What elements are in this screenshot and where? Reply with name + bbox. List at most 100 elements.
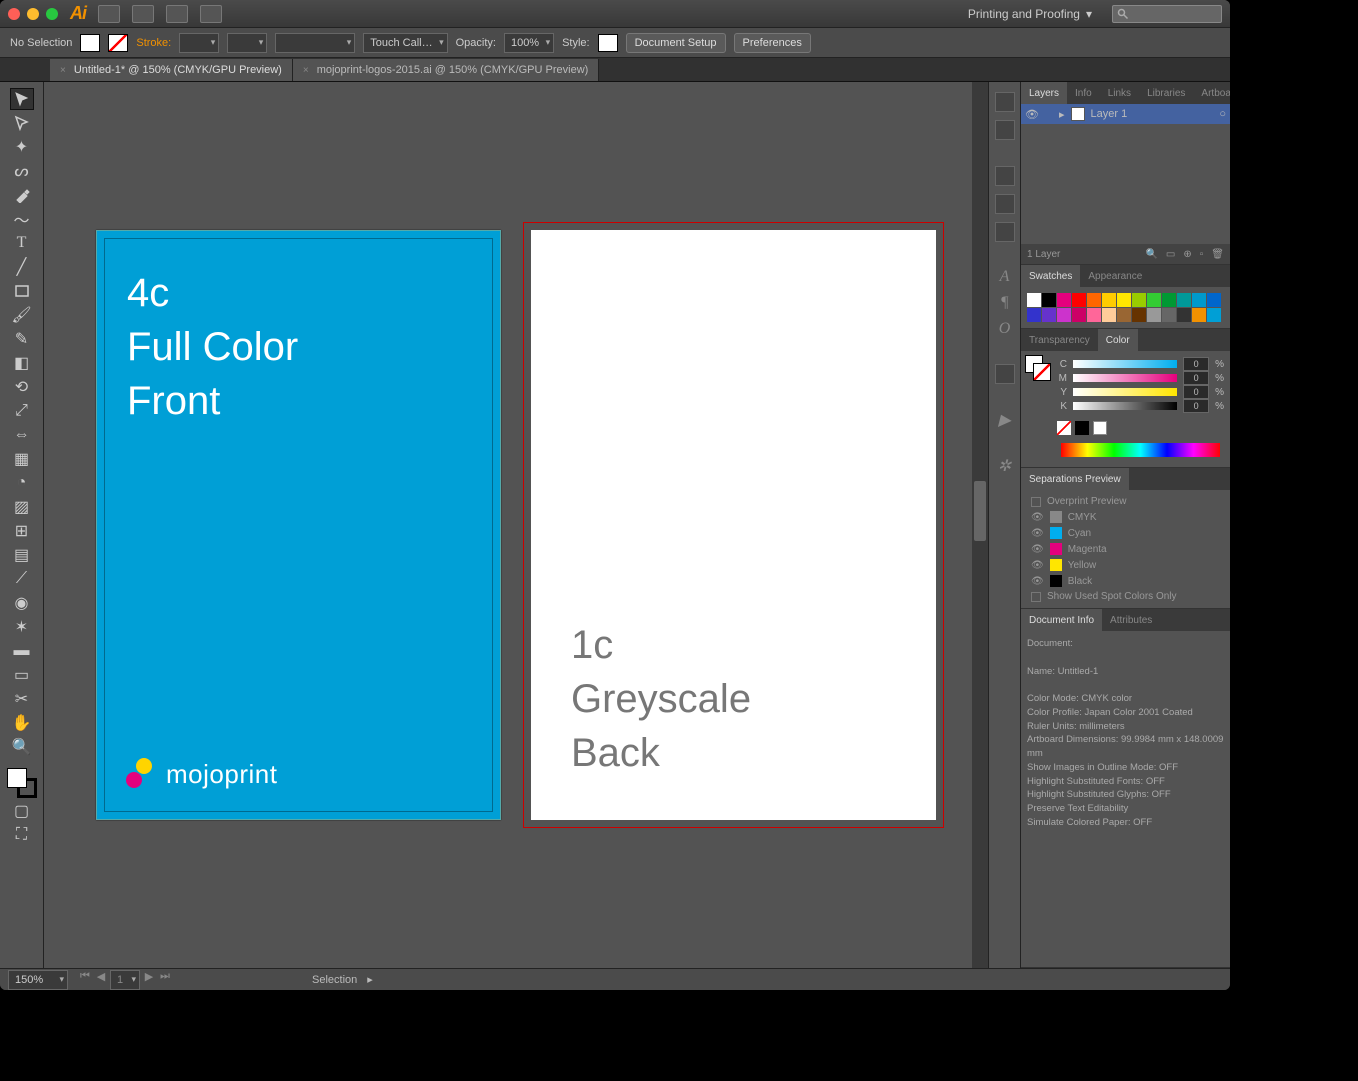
- blend-tool[interactable]: ◉: [10, 592, 34, 614]
- panel-icon[interactable]: [995, 364, 1015, 384]
- pencil-tool[interactable]: ✎: [10, 328, 34, 350]
- swatch[interactable]: [1132, 308, 1146, 322]
- tab-artboards[interactable]: Artboards: [1193, 82, 1230, 104]
- draw-mode-icon[interactable]: ▢: [10, 800, 34, 822]
- canvas[interactable]: 4c Full Color Front mojoprint: [44, 82, 988, 968]
- trash-icon[interactable]: 🗑: [1211, 249, 1224, 260]
- artboard-back[interactable]: 1c Greyscale Back: [531, 230, 936, 820]
- visibility-icon[interactable]: 👁: [1031, 512, 1044, 523]
- swatch[interactable]: [1207, 308, 1221, 322]
- close-window-icon[interactable]: [8, 8, 20, 20]
- tab-documentinfo[interactable]: Document Info: [1021, 609, 1102, 631]
- tab-layers[interactable]: Layers: [1021, 82, 1067, 104]
- tab-swatches[interactable]: Swatches: [1021, 265, 1080, 287]
- status-chevron-icon[interactable]: ▸: [367, 973, 373, 986]
- slider-track[interactable]: [1073, 388, 1177, 396]
- document-tab[interactable]: × mojoprint-logos-2015.ai @ 150% (CMYK/G…: [293, 59, 599, 81]
- last-artboard-icon[interactable]: ⏭: [158, 970, 172, 990]
- perspective-grid-tool[interactable]: ▨: [10, 496, 34, 518]
- swatch[interactable]: [1192, 308, 1206, 322]
- visibility-icon[interactable]: 👁: [1031, 576, 1044, 587]
- tab-appearance[interactable]: Appearance: [1080, 265, 1150, 287]
- var-width-profile[interactable]: [227, 33, 267, 53]
- make-clip-icon[interactable]: ▭: [1166, 249, 1175, 260]
- tab-info[interactable]: Info: [1067, 82, 1100, 104]
- slider-value[interactable]: 0: [1183, 399, 1209, 413]
- scale-tool[interactable]: ⤢: [10, 400, 34, 422]
- screen-mode-icon[interactable]: ⛶: [10, 824, 34, 846]
- rectangle-tool[interactable]: [10, 280, 34, 302]
- spectrum-picker[interactable]: [1061, 443, 1220, 457]
- swatch[interactable]: [1042, 293, 1056, 307]
- tab-libraries[interactable]: Libraries: [1139, 82, 1193, 104]
- close-tab-icon[interactable]: ×: [60, 65, 66, 76]
- color-slider-c[interactable]: C0%: [1057, 357, 1224, 371]
- swatch[interactable]: [1102, 293, 1116, 307]
- zoom-level[interactable]: 150%: [8, 970, 68, 990]
- artboard-tool[interactable]: ▭: [10, 664, 34, 686]
- first-artboard-icon[interactable]: ⏮: [78, 970, 92, 990]
- paragraph-panel-icon[interactable]: ¶: [1000, 294, 1008, 312]
- fill-swatch[interactable]: [80, 34, 100, 52]
- width-tool[interactable]: ⇔: [10, 424, 34, 446]
- layer-row[interactable]: 👁 ▸ Layer 1 ○: [1021, 104, 1230, 124]
- panel-icon[interactable]: [995, 92, 1015, 112]
- type-tool[interactable]: T: [10, 232, 34, 254]
- swatch[interactable]: [1072, 308, 1086, 322]
- visibility-icon[interactable]: 👁: [1031, 560, 1044, 571]
- shape-builder-tool[interactable]: ◔: [10, 472, 34, 494]
- tab-color[interactable]: Color: [1098, 329, 1138, 351]
- slider-track[interactable]: [1073, 402, 1177, 410]
- color-slider-y[interactable]: Y0%: [1057, 385, 1224, 399]
- rotate-tool[interactable]: ⟲: [10, 376, 34, 398]
- stroke-swatch[interactable]: [108, 34, 128, 52]
- character-panel-icon[interactable]: A: [1000, 268, 1010, 286]
- panel-icon[interactable]: ✲: [998, 456, 1011, 476]
- close-tab-icon[interactable]: ×: [303, 65, 309, 76]
- magic-wand-tool[interactable]: ✦: [10, 136, 34, 158]
- separation-row[interactable]: 👁CMYK: [1025, 509, 1226, 525]
- locate-icon[interactable]: 🔍: [1145, 249, 1157, 260]
- panel-icon[interactable]: [995, 194, 1015, 214]
- swatch[interactable]: [1132, 293, 1146, 307]
- swatch[interactable]: [1177, 293, 1191, 307]
- new-sublayer-icon[interactable]: ⊕: [1183, 249, 1191, 260]
- mesh-tool[interactable]: ⊞: [10, 520, 34, 542]
- stock-icon[interactable]: [132, 5, 154, 23]
- spot-colors-checkbox[interactable]: Show Used Spot Colors Only: [1025, 589, 1226, 604]
- visibility-icon[interactable]: 👁: [1025, 108, 1037, 121]
- eyedropper-tool[interactable]: ⟋: [10, 568, 34, 590]
- column-graph-tool[interactable]: ▬: [10, 640, 34, 662]
- symbol-sprayer-tool[interactable]: ✶: [10, 616, 34, 638]
- next-artboard-icon[interactable]: ▶: [142, 970, 156, 990]
- search-input[interactable]: [1112, 5, 1222, 23]
- opacity-input[interactable]: 100%: [504, 33, 554, 53]
- swatch[interactable]: [1162, 293, 1176, 307]
- swatch[interactable]: [1027, 308, 1041, 322]
- opentype-panel-icon[interactable]: O: [999, 320, 1011, 338]
- swatch[interactable]: [1102, 308, 1116, 322]
- swatch[interactable]: [1147, 308, 1161, 322]
- color-slider-m[interactable]: M0%: [1057, 371, 1224, 385]
- separation-row[interactable]: 👁Magenta: [1025, 541, 1226, 557]
- slice-tool[interactable]: ✂: [10, 688, 34, 710]
- visibility-icon[interactable]: 👁: [1031, 528, 1044, 539]
- separation-row[interactable]: 👁Yellow: [1025, 557, 1226, 573]
- slider-value[interactable]: 0: [1183, 371, 1209, 385]
- artboard-front[interactable]: 4c Full Color Front mojoprint: [96, 230, 501, 820]
- color-slider-k[interactable]: K0%: [1057, 399, 1224, 413]
- graphic-style-swatch[interactable]: [598, 34, 618, 52]
- fill-icon[interactable]: [7, 768, 27, 788]
- curvature-tool[interactable]: ～: [10, 208, 34, 230]
- preferences-button[interactable]: Preferences: [734, 33, 811, 53]
- lasso-tool[interactable]: ᔕ: [10, 160, 34, 182]
- new-layer-icon[interactable]: ▫: [1200, 249, 1204, 260]
- swatch[interactable]: [1057, 308, 1071, 322]
- slider-value[interactable]: 0: [1183, 357, 1209, 371]
- slider-value[interactable]: 0: [1183, 385, 1209, 399]
- line-tool[interactable]: ╱: [10, 256, 34, 278]
- brush-definition[interactable]: [275, 33, 355, 53]
- swatch[interactable]: [1057, 293, 1071, 307]
- free-transform-tool[interactable]: ▦: [10, 448, 34, 470]
- document-tab[interactable]: × Untitled-1* @ 150% (CMYK/GPU Preview): [50, 59, 293, 81]
